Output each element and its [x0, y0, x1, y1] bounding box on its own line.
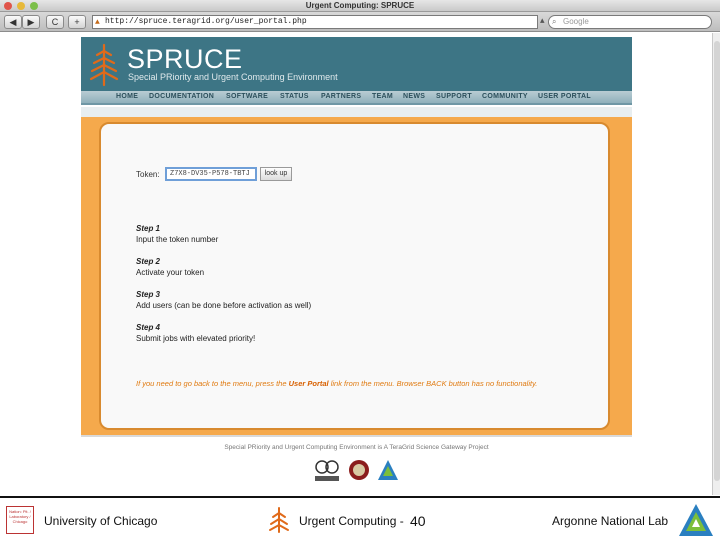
- nav-team[interactable]: TEAM: [372, 93, 393, 100]
- step-title: Step 4: [136, 323, 161, 332]
- university-seal-icon: [349, 460, 369, 480]
- nav-partners[interactable]: PARTNERS: [321, 93, 361, 100]
- slide-footer-left: University of Chicago: [44, 514, 158, 528]
- lookup-button[interactable]: look up: [260, 167, 292, 181]
- address-text: http://spruce.teragrid.org/user_portal.p…: [105, 17, 307, 26]
- nav-support[interactable]: SUPPORT: [436, 93, 472, 100]
- add-bookmark-button[interactable]: +: [68, 15, 86, 29]
- window-title: Urgent Computing: SPRUCE: [305, 1, 415, 10]
- site-nav: HOME DOCUMENTATION SOFTWARE STATUS PARTN…: [81, 91, 632, 105]
- slide-footer-rule: [0, 496, 720, 498]
- nav-community[interactable]: COMMUNITY: [482, 93, 528, 100]
- navigation-note: If you need to go back to the menu, pres…: [136, 378, 576, 389]
- step-description: Submit jobs with elevated priority!: [136, 334, 256, 343]
- scrollbar-thumb[interactable]: [714, 41, 720, 481]
- forward-button[interactable]: ▶: [22, 15, 40, 29]
- back-button[interactable]: ◀: [4, 15, 22, 29]
- footer-text: Special PRiority and Urgent Computing En…: [224, 444, 489, 451]
- step-title: Step 1: [136, 224, 161, 233]
- nav-documentation[interactable]: DOCUMENTATION: [149, 93, 214, 100]
- argonne-logo-icon: [679, 504, 713, 536]
- browser-toolbar: ◀ ▶ C + ▲ http://spruce.teragrid.org/use…: [0, 12, 720, 32]
- slide-footer-middle: Urgent Computing -: [299, 514, 404, 528]
- user-portal-link[interactable]: User Portal: [289, 379, 329, 388]
- spruce-tree-icon: [269, 507, 289, 533]
- spruce-tree-icon: [89, 43, 119, 87]
- nav-status[interactable]: STATUS: [280, 93, 309, 100]
- nav-home[interactable]: HOME: [116, 93, 138, 100]
- teragrid-logo-icon: [315, 460, 339, 481]
- reload-button[interactable]: C: [46, 15, 64, 29]
- token-input[interactable]: Z7X8-DV35-P578-TBTJ: [165, 167, 257, 181]
- token-label: Token:: [136, 170, 160, 179]
- step-description: Add users (can be done before activation…: [136, 301, 312, 310]
- address-bar[interactable]: ▲ http://spruce.teragrid.org/user_portal…: [92, 15, 538, 29]
- slide-number: 40: [410, 513, 426, 529]
- nav-software[interactable]: SOFTWARE: [226, 93, 268, 100]
- nav-user-portal[interactable]: USER PORTAL: [538, 93, 591, 100]
- window-titlebar: Urgent Computing: SPRUCE: [0, 0, 720, 12]
- site-header: SPRUCE Special PRiority and Urgent Compu…: [81, 37, 632, 91]
- address-dropdown-icon[interactable]: ▴: [540, 15, 545, 26]
- note-text-after: link from the menu. Browser BACK button …: [328, 379, 538, 388]
- site-favicon-icon: ▲: [95, 18, 100, 27]
- site-title: SPRUCE: [127, 44, 243, 74]
- argonne-logo-icon: [378, 460, 398, 480]
- search-input[interactable]: ⌕ Google: [548, 15, 712, 29]
- university-logo: Nation: Pit. / Laboratory / Chicago: [6, 506, 34, 534]
- site-subtitle: Special PRiority and Urgent Computing En…: [128, 72, 338, 82]
- step-description: Input the token number: [136, 235, 219, 244]
- nav-divider-strip: [81, 107, 632, 117]
- step-title: Step 3: [136, 290, 161, 299]
- footer-divider: [81, 435, 632, 437]
- vertical-scrollbar[interactable]: [712, 33, 720, 495]
- search-placeholder: Google: [563, 17, 589, 26]
- nav-news[interactable]: NEWS: [403, 93, 425, 100]
- slide-footer-right: Argonne National Lab: [552, 514, 669, 528]
- search-icon: ⌕: [552, 17, 557, 26]
- step-title: Step 2: [136, 257, 161, 266]
- step-description: Activate your token: [136, 268, 205, 277]
- note-text-before: If you need to go back to the menu, pres…: [136, 379, 289, 388]
